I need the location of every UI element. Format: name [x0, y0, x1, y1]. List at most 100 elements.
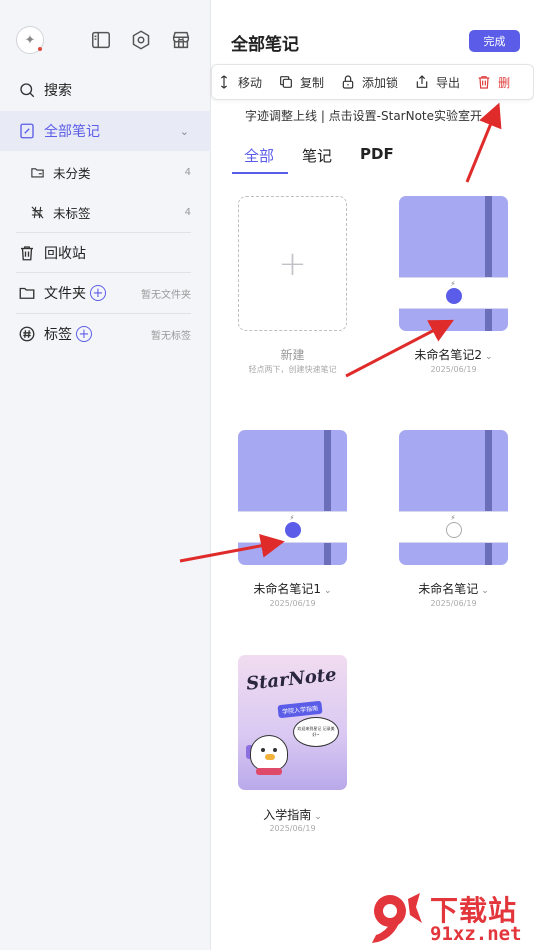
sidebar-item-untagged[interactable]: 未标签 4	[0, 201, 211, 223]
mascot-illustration	[250, 735, 288, 771]
folder-icon	[18, 284, 36, 302]
cover-speech-bubble: 欢迎来到星记 记录美好~	[293, 717, 339, 747]
chevron-down-icon[interactable]: ⌄	[180, 125, 189, 138]
tab-notes[interactable]: 笔记	[302, 145, 332, 166]
sidebar-item-trash[interactable]: 回收站	[0, 242, 211, 264]
lock-icon	[342, 75, 354, 89]
sidebar-toggle-icon[interactable]	[90, 29, 112, 51]
note-cover[interactable]: ⚡	[399, 430, 508, 565]
hashtag-icon	[18, 325, 36, 343]
trash-icon	[478, 76, 490, 89]
watermark: 下载站 91xz.net	[362, 885, 534, 950]
copy-button[interactable]: 复制	[278, 74, 324, 91]
sidebar-item-label: 文件夹	[44, 286, 86, 302]
pen-mark-icon: ⚡	[450, 280, 456, 288]
watermark-domain: 91xz.net	[430, 923, 522, 945]
filter-tabs: 全部 笔记 PDF	[232, 145, 522, 175]
copy-label: 复制	[300, 75, 325, 90]
pen-mark-icon: ⚡	[289, 514, 295, 522]
lock-label: 添加锁	[362, 75, 399, 90]
divider	[16, 232, 191, 233]
sidebar-item-label: 搜索	[44, 83, 72, 99]
plus-icon: +	[278, 243, 307, 284]
export-icon	[416, 75, 428, 88]
note-date: 2025/06/19	[430, 365, 477, 374]
announcement-banner[interactable]: 字迹调整上线 | 点击设置-StarNote实验室开...	[245, 107, 493, 124]
store-icon[interactable]	[170, 29, 192, 51]
selected-indicator[interactable]	[445, 288, 462, 304]
move-button[interactable]: 移动	[216, 74, 262, 91]
unselected-indicator[interactable]	[445, 522, 462, 538]
sidebar-item-label: 未标签	[53, 205, 91, 221]
sidebar-item-label: 标签	[44, 327, 72, 343]
done-button[interactable]: 完成	[469, 30, 520, 52]
note-date: 2025/06/19	[430, 599, 477, 608]
sidebar-item-folders[interactable]: 文件夹 + 暂无文件夹	[0, 282, 211, 304]
mascot-beak	[265, 754, 275, 760]
sidebar-item-tags[interactable]: 标签 + 暂无标签	[0, 323, 211, 345]
cover-strap	[485, 196, 492, 331]
divider	[16, 272, 191, 273]
item-count: 4	[184, 206, 191, 218]
mascot-eye	[273, 748, 277, 752]
note-title-text: 未命名笔记	[418, 582, 479, 596]
trash-icon	[18, 244, 36, 262]
folder-icon	[30, 165, 45, 180]
note-edit-icon	[18, 122, 36, 140]
cover-logo: StarNote	[245, 664, 338, 695]
mascot-feet	[256, 768, 282, 775]
chevron-down-icon[interactable]: ⌄	[314, 812, 322, 822]
cover-tag: 学院入学指南	[277, 700, 323, 719]
add-folder-button[interactable]: +	[90, 285, 106, 301]
tab-all[interactable]: 全部	[244, 145, 274, 166]
add-lock-button[interactable]: 添加锁	[340, 74, 398, 91]
sidebar-item-label: 全部笔记	[44, 124, 100, 140]
note-date: 2025/06/19	[269, 824, 316, 833]
note-title-text: 未命名笔记1	[253, 582, 322, 596]
export-label: 导出	[436, 75, 461, 90]
chevron-down-icon[interactable]: ⌄	[324, 586, 332, 596]
note-title[interactable]: 入学指南 ⌄	[229, 806, 356, 823]
sidebar-item-unclassified[interactable]: 未分类 4	[0, 161, 211, 183]
sidebar-item-label: 未分类	[53, 165, 91, 181]
sparkle-icon[interactable]: ✦	[16, 26, 44, 54]
export-button[interactable]: 导出	[414, 74, 460, 91]
add-tag-button[interactable]: +	[76, 326, 92, 342]
settings-hexagon-icon[interactable]	[130, 29, 152, 51]
note-title[interactable]: 未命名笔记 ⌄	[390, 580, 517, 597]
new-note-card[interactable]: +	[238, 196, 347, 331]
move-icon	[220, 75, 228, 89]
mascot-eye	[261, 748, 265, 752]
selected-indicator[interactable]	[284, 522, 301, 538]
delete-button[interactable]: 删	[476, 74, 510, 91]
divider	[16, 313, 191, 314]
tab-underline	[232, 172, 288, 174]
note-title-text: 未命名笔记2	[414, 348, 483, 362]
note-cover[interactable]: ⚡	[399, 196, 508, 331]
watermark-logo-icon	[372, 893, 422, 943]
cover-strap	[324, 430, 331, 565]
note-title[interactable]: 未命名笔记2 ⌄	[390, 346, 517, 363]
cover-strap	[485, 430, 492, 565]
guide-cover[interactable]: StarNote 学院入学指南 欢迎来到星记 记录美好~	[238, 655, 347, 790]
page-title: 全部笔记	[231, 35, 299, 55]
selection-toolbar: 移动 复制 添加锁 导出 删	[211, 64, 534, 100]
note-title-text: 入学指南	[263, 808, 312, 822]
pen-mark-icon: ⚡	[450, 514, 456, 522]
sidebar-item-search[interactable]: 搜索	[0, 78, 211, 102]
note-title[interactable]: 未命名笔记1 ⌄	[229, 580, 356, 597]
tag-off-icon	[30, 205, 45, 220]
sidebar-item-all-notes[interactable]: 全部笔记 ⌄	[0, 111, 211, 151]
empty-hint: 暂无标签	[151, 330, 191, 342]
sidebar-top-bar: ✦	[16, 26, 196, 56]
new-note-label: 新建	[280, 348, 305, 362]
sidebar-item-label: 回收站	[44, 246, 86, 262]
sidebar: ✦ 搜索 全部笔记 ⌄ 未分类 4 未标签 4 回收站 文件夹 + 暂无文件夹 …	[0, 0, 211, 950]
new-note-hint: 轻点两下，创建快速笔记	[248, 365, 337, 374]
chevron-down-icon[interactable]: ⌄	[481, 586, 489, 596]
tab-pdf[interactable]: PDF	[360, 145, 394, 163]
chevron-down-icon[interactable]: ⌄	[485, 352, 493, 362]
note-date: 2025/06/19	[269, 599, 316, 608]
delete-label: 删	[498, 75, 511, 90]
note-cover[interactable]: ⚡	[238, 430, 347, 565]
